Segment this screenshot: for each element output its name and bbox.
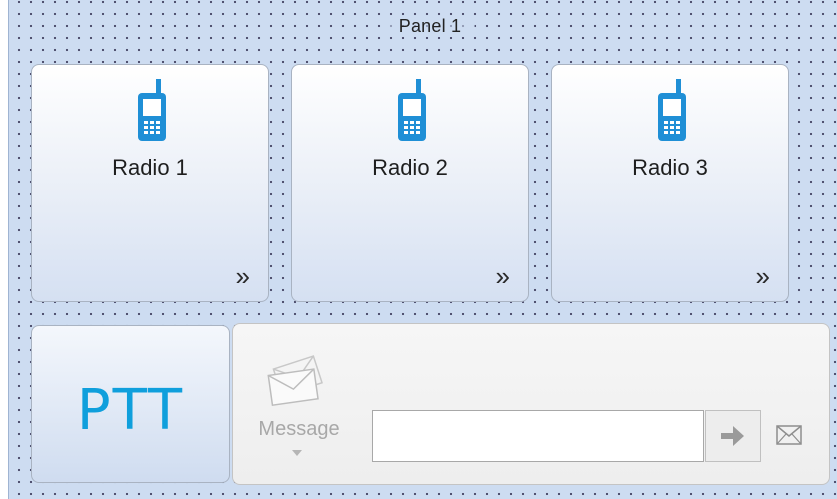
- radio-label: Radio 3: [632, 155, 708, 180]
- radio-card-1[interactable]: Radio 1 »: [31, 64, 269, 302]
- ptt-label: PTT: [76, 378, 185, 443]
- message-label[interactable]: Message: [251, 418, 347, 441]
- radio-handset-icon: [398, 79, 426, 141]
- radio-card-2[interactable]: Radio 2 »: [291, 64, 529, 302]
- send-button[interactable]: [705, 410, 761, 462]
- panel: Panel 1 Radio 1 » Radio 2 » Radio 3 » PT…: [8, 0, 837, 499]
- message-panel: Message: [232, 323, 830, 485]
- envelope-icon[interactable]: [776, 424, 802, 446]
- radio-handset-icon: [138, 79, 166, 141]
- radio-label: Radio 2: [372, 155, 448, 180]
- radio-label: Radio 1: [112, 155, 188, 180]
- envelopes-icon: [267, 355, 323, 407]
- double-chevron-right-icon[interactable]: »: [496, 263, 511, 289]
- dropdown-arrow-icon[interactable]: [292, 450, 302, 456]
- arrow-right-icon: [721, 426, 744, 446]
- ptt-button[interactable]: PTT: [31, 325, 230, 483]
- radio-card-3[interactable]: Radio 3 »: [551, 64, 789, 302]
- panel-title: Panel 1: [385, 16, 475, 37]
- double-chevron-right-icon[interactable]: »: [756, 263, 771, 289]
- message-input[interactable]: [372, 410, 704, 462]
- radio-handset-icon: [658, 79, 686, 141]
- double-chevron-right-icon[interactable]: »: [236, 263, 251, 289]
